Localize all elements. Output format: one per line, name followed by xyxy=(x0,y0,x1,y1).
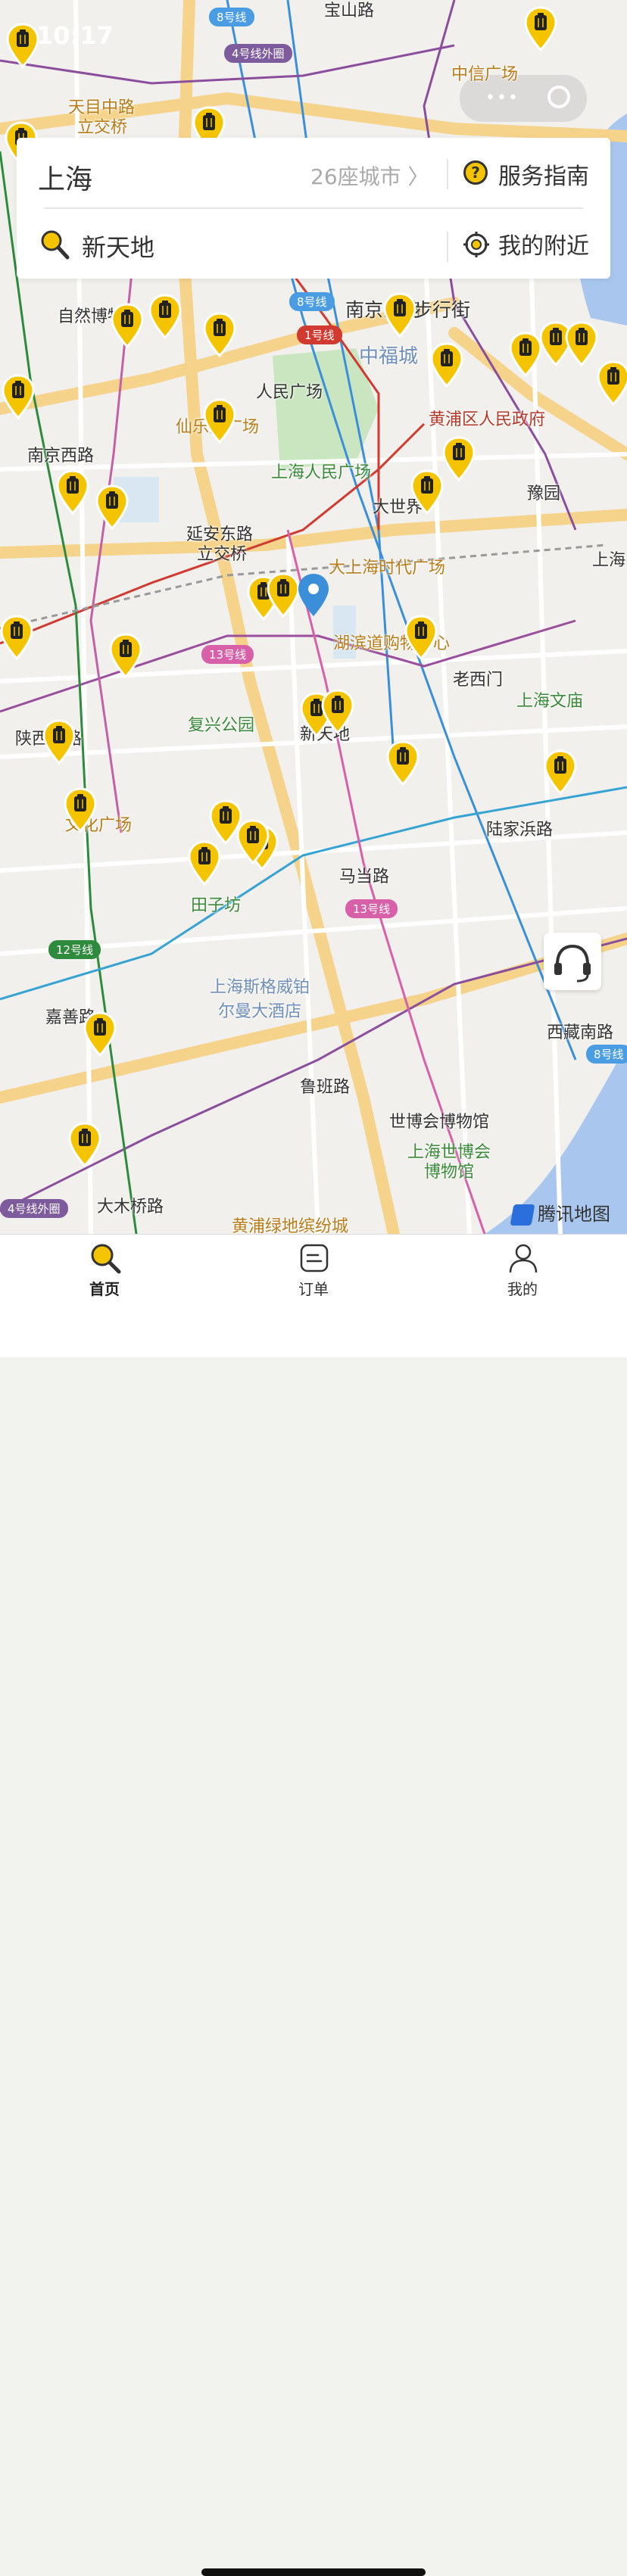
locker-pin-icon[interactable] xyxy=(597,360,627,406)
tencent-map-logo-icon xyxy=(510,1204,535,1226)
map-label: 宝山路 xyxy=(324,2,375,20)
locker-pin-icon[interactable] xyxy=(188,840,221,886)
locker-pin-icon[interactable] xyxy=(64,787,97,833)
map-label: 立交桥 xyxy=(77,118,128,137)
locker-pin-icon[interactable] xyxy=(148,294,182,339)
locker-pin-icon[interactable] xyxy=(203,312,236,357)
profile-icon xyxy=(509,1244,538,1273)
metro-badge: 13号线 xyxy=(345,899,398,918)
map-label: 大上海时代广场 xyxy=(329,559,446,578)
map-label: 中福城 xyxy=(359,345,419,368)
home-indicator xyxy=(201,2568,426,2576)
locker-pin-icon[interactable] xyxy=(111,303,144,348)
locker-pin-icon[interactable] xyxy=(56,469,89,515)
locker-pin-icon[interactable] xyxy=(386,740,420,786)
locker-pin-icon[interactable] xyxy=(404,615,438,660)
map-label: 人民广场 xyxy=(256,383,323,402)
map-label: 陆家浜路 xyxy=(486,821,554,839)
map-label: 中信广场 xyxy=(451,65,519,84)
map-label: 步行街 xyxy=(413,299,471,321)
city-name[interactable]: 上海 xyxy=(38,157,92,197)
map-label: 田子坊 xyxy=(191,896,242,915)
map-label: 西藏南路 xyxy=(547,1023,614,1042)
locker-pin-icon[interactable] xyxy=(236,819,270,864)
locker-pin-icon[interactable] xyxy=(509,332,542,377)
map-attribution: 腾讯地图 xyxy=(510,1199,610,1226)
search-card: 上海 26座城市 〉 ? 服务指南 新天地 我的附近 xyxy=(17,138,610,279)
locker-pin-icon[interactable] xyxy=(2,374,35,419)
locker-pin-icon[interactable] xyxy=(6,23,39,68)
tab-profile-label: 我的 xyxy=(507,1280,538,1298)
divider xyxy=(44,207,583,209)
locker-pin-icon[interactable] xyxy=(109,633,142,678)
customer-service-button[interactable] xyxy=(544,933,601,990)
map-label: 老西门 xyxy=(453,671,504,690)
metro-badge: 4号线外圈 xyxy=(224,44,292,63)
map-label: 马当路 xyxy=(339,867,390,886)
locker-pin-icon[interactable] xyxy=(442,436,476,481)
map-label: 上海 xyxy=(592,551,626,570)
map-label: 上海文庙 xyxy=(516,692,584,711)
map-label: 黄浦区人民政府 xyxy=(429,410,546,429)
metro-badge: 8号线 xyxy=(209,8,254,26)
locker-pin-icon[interactable] xyxy=(410,469,444,515)
order-icon xyxy=(300,1244,329,1272)
map-label: 大木桥路 xyxy=(97,1198,164,1216)
metro-badge: 8号线 xyxy=(289,292,335,311)
divider xyxy=(447,159,448,189)
locker-pin-icon[interactable] xyxy=(267,572,300,618)
map-label: 南京西路 xyxy=(27,447,95,466)
locker-pin-icon[interactable] xyxy=(524,6,557,51)
tab-orders-label: 订单 xyxy=(298,1280,329,1298)
home-search-icon xyxy=(91,1244,121,1274)
locker-pin-icon[interactable] xyxy=(383,292,416,338)
tab-home[interactable]: 首页 xyxy=(0,1235,209,1325)
status-time: 10:17 xyxy=(36,21,114,50)
city-selector[interactable]: 26座城市 〉 xyxy=(310,160,429,191)
service-guide-label: 服务指南 xyxy=(498,164,589,190)
locker-pin-icon[interactable] xyxy=(83,1011,117,1057)
metro-badge: 4号线外圈 xyxy=(0,1199,68,1218)
map-label: 上海人民广场 xyxy=(271,463,372,482)
locate-icon xyxy=(463,232,489,257)
map-label: 博物馆 xyxy=(424,1163,475,1182)
search-input[interactable]: 新天地 xyxy=(82,229,154,263)
metro-badge: 13号线 xyxy=(201,645,254,664)
city-row: 上海 26座城市 〉 ? 服务指南 xyxy=(17,138,610,204)
close-circle-icon[interactable] xyxy=(547,86,570,108)
map-label: 黄浦绿地缤纷城 xyxy=(232,1217,349,1234)
locker-pin-icon[interactable] xyxy=(0,615,33,660)
locker-pin-icon[interactable] xyxy=(203,398,236,444)
help-icon: ? xyxy=(463,160,488,185)
nearby-label: 我的附近 xyxy=(498,233,589,260)
locker-pin-icon[interactable] xyxy=(321,689,354,734)
chevron-right-icon: 〉 xyxy=(407,164,429,189)
metro-badge: 8号线 xyxy=(586,1045,627,1064)
more-icon[interactable]: ••• xyxy=(485,89,519,107)
search-icon xyxy=(41,230,70,260)
map-label: 鲁班路 xyxy=(300,1078,351,1097)
locker-pin-icon[interactable] xyxy=(68,1122,101,1167)
locker-pin-icon[interactable] xyxy=(42,719,76,765)
locker-pin-icon[interactable] xyxy=(565,321,598,366)
map-label: 复兴公园 xyxy=(188,716,255,735)
map-label: 上海斯格威铂尔曼大酒店 xyxy=(209,978,310,1021)
map-label: 世博会博物馆 xyxy=(389,1113,490,1132)
search-row[interactable]: 新天地 我的附近 xyxy=(17,210,610,277)
tab-profile[interactable]: 我的 xyxy=(418,1235,627,1325)
metro-badge: 1号线 xyxy=(297,326,342,344)
locker-pin-icon[interactable] xyxy=(95,484,129,530)
metro-badge: 12号线 xyxy=(48,940,101,959)
locker-pin-icon[interactable] xyxy=(544,749,577,795)
locker-pin-icon[interactable] xyxy=(430,342,463,388)
map-label: 立交桥 xyxy=(197,545,248,564)
headset-icon xyxy=(554,944,591,983)
tab-home-label: 首页 xyxy=(89,1280,120,1298)
tab-bar: 首页 订单 我的 xyxy=(0,1234,627,2576)
tab-orders[interactable]: 订单 xyxy=(209,1235,418,1325)
divider xyxy=(447,232,448,262)
map-label: 豫园 xyxy=(527,484,561,503)
location-pin-icon xyxy=(298,574,329,616)
